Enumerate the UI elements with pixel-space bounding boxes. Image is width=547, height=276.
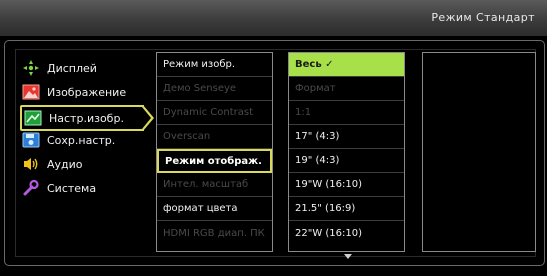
submenu-item-label: Режим отображ. (165, 155, 262, 167)
option-label: Формат (295, 83, 336, 94)
option-label: 19"W (16:10) (295, 179, 363, 190)
submenu-item-label: формат цвета (163, 203, 238, 214)
submenu-item-smart-scaling: Интел. масштаб (157, 173, 272, 197)
menu-item-save-settings[interactable]: Сохр.настр. (20, 129, 144, 151)
option-label: 17" (4:3) (295, 131, 340, 142)
option-label: 21.5" (16:9) (295, 203, 356, 214)
menu-item-audio[interactable]: Аудио (20, 153, 144, 175)
display-icon (20, 59, 42, 77)
submenu-item-color-format[interactable]: формат цвета (157, 197, 272, 221)
option-1-1: 1:1 (289, 101, 404, 125)
submenu-item-picture-mode[interactable]: Режим изобр. (157, 53, 272, 77)
submenu-item-hdmi-rgb-range: HDMI RGB диап. ПК (157, 221, 272, 245)
menu-item-label: Дисплей (47, 61, 97, 75)
option-full[interactable]: Весь ✓ (289, 53, 404, 77)
osd-title-bar: Режим Стандарт (0, 0, 547, 36)
option-aspect: Формат (289, 77, 404, 101)
option-label: 22"W (16:10) (295, 227, 363, 239)
option-label: 19" (4:3) (295, 155, 340, 166)
menu-item-label: Настр.изобр. (49, 111, 124, 125)
speaker-icon (20, 155, 42, 173)
submenu-item-label: HDMI RGB диап. ПК (163, 227, 265, 239)
option-19w-16-10[interactable]: 19"W (16:10) (289, 173, 404, 197)
menu-item-label: Аудио (47, 157, 83, 171)
wrench-icon (20, 179, 42, 197)
submenu-item-dynamic-contrast: Dynamic Contrast (157, 101, 272, 125)
picture-icon (20, 83, 42, 101)
submenu-item-senseye-demo: Демо Senseye (157, 77, 272, 101)
option-17-4-3[interactable]: 17" (4:3) (289, 125, 404, 149)
picture-adjust-icon (22, 109, 44, 127)
menu-item-picture-advanced[interactable]: Настр.изобр. (20, 105, 154, 131)
options-list: Весь ✓ Формат 1:1 17" (4:3) 19" (4:3) 19… (288, 52, 405, 252)
submenu-item-label: Dynamic Contrast (163, 107, 254, 118)
option-label: 1:1 (295, 107, 312, 118)
preview-panel (422, 52, 536, 252)
menu-item-display[interactable]: Дисплей (20, 57, 144, 79)
picture-mode-title: Режим Стандарт (431, 11, 535, 24)
menu-item-picture[interactable]: Изображение (20, 81, 144, 103)
menu-item-label: Изображение (47, 85, 127, 99)
submenu-item-label: Интел. масштаб (163, 179, 249, 190)
submenu-item-label: Демо Senseye (163, 83, 237, 94)
option-label: Весь ✓ (295, 59, 334, 70)
submenu-list: Режим изобр. Демо Senseye Dynamic Contra… (156, 52, 273, 252)
submenu-item-label: Overscan (163, 131, 211, 142)
menu-item-system[interactable]: Система (20, 177, 144, 199)
option-22w-16-10[interactable]: 22"W (16:10) (289, 221, 404, 245)
save-settings-icon (20, 131, 42, 149)
menu-item-label: Система (47, 181, 97, 195)
submenu-item-display-mode[interactable]: Режим отображ. (157, 149, 272, 173)
option-21-5-16-9[interactable]: 21.5" (16:9) (289, 197, 404, 221)
scroll-down-icon[interactable] (344, 254, 352, 259)
menu-item-label: Сохр.настр. (47, 133, 116, 147)
submenu-item-overscan: Overscan (157, 125, 272, 149)
option-19-4-3[interactable]: 19" (4:3) (289, 149, 404, 173)
main-menu: Дисплей Изображение Настр.изобр. Сохр.на… (14, 52, 154, 250)
submenu-item-label: Режим изобр. (163, 59, 236, 70)
